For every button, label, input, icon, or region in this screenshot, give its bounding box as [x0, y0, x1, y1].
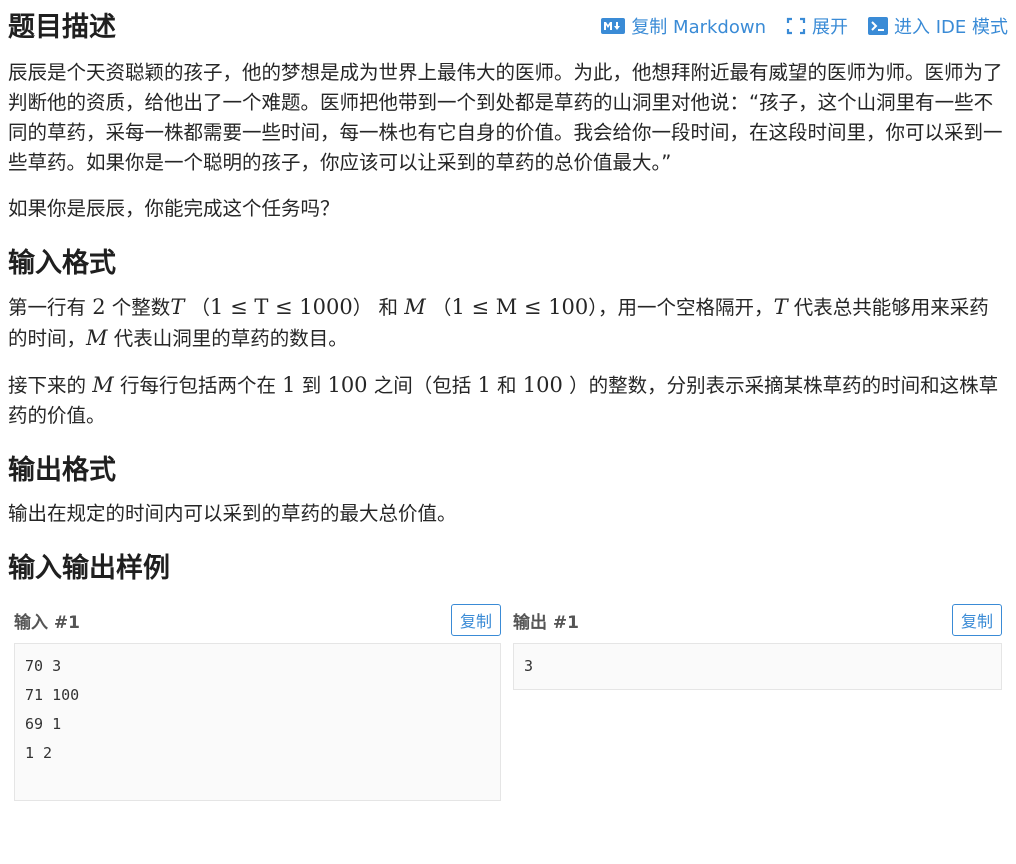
sample-input-header: 输入 #1 复制	[14, 603, 501, 637]
sample-output: 输出 #1 复制 3	[513, 603, 1002, 801]
sample-output-header: 输出 #1 复制	[513, 603, 1002, 637]
sample-input-title: 输入 #1	[14, 612, 80, 633]
output-format-title: 输出格式	[8, 455, 116, 486]
sample-input-code[interactable]: 70 3 71 100 69 1 1 2	[14, 643, 501, 801]
copy-markdown-button[interactable]: 复制 Markdown	[601, 13, 766, 39]
sample-input: 输入 #1 复制 70 3 71 100 69 1 1 2	[14, 603, 501, 801]
samples-title: 输入输出样例	[8, 553, 170, 584]
input-format-paragraph-2: 接下来的 M 行每行包括两个在 1 到 100 之间（包括 1 和 100 ）的…	[8, 373, 999, 427]
input-format-paragraph-1: 第一行有 2 个整数T （1 ≤ T ≤ 1000） 和 M （1 ≤ M ≤ …	[8, 295, 989, 350]
description-paragraph-1: 辰辰是个天资聪颖的孩子，他的梦想是成为世界上最伟大的医师。为此，他想拜附近最有威…	[8, 61, 1003, 174]
sample-output-title: 输出 #1	[513, 612, 579, 633]
description-header: 题目描述 复制 Markdown 展开 进入 IDE 模式	[8, 0, 1008, 58]
ide-mode-label: 进入 IDE 模式	[894, 17, 1008, 38]
description-paragraph-2: 如果你是辰辰，你能完成这个任务吗？	[8, 197, 340, 220]
copy-markdown-label: 复制 Markdown	[631, 17, 766, 38]
terminal-icon	[868, 17, 888, 35]
problem-page: 题目描述 复制 Markdown 展开 进入 IDE 模式 辰辰是个天资聪颖的孩…	[0, 0, 1016, 801]
copy-output-button[interactable]: 复制	[951, 604, 1002, 636]
copy-input-button[interactable]: 复制	[450, 604, 501, 636]
samples-container: 输入 #1 复制 70 3 71 100 69 1 1 2 输出 #1 复制 3	[8, 603, 1008, 801]
ide-mode-button[interactable]: 进入 IDE 模式	[868, 13, 1008, 39]
expand-button[interactable]: 展开	[786, 13, 848, 39]
output-format-paragraph: 输出在规定的时间内可以采到的草药的最大总价值。	[8, 502, 457, 525]
expand-label: 展开	[812, 17, 848, 38]
expand-icon	[786, 17, 806, 35]
input-format-title: 输入格式	[8, 248, 116, 279]
markdown-icon	[601, 18, 626, 34]
toolbar: 复制 Markdown 展开 进入 IDE 模式	[601, 10, 1008, 39]
description-title: 题目描述	[8, 12, 116, 43]
sample-output-code[interactable]: 3	[513, 643, 1002, 690]
